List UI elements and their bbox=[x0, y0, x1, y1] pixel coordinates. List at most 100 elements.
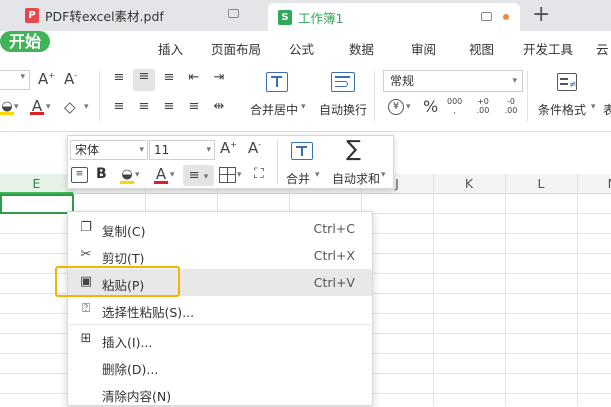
border-icon[interactable] bbox=[219, 167, 236, 183]
tab-cloud[interactable]: 云 bbox=[596, 39, 609, 58]
tab-formulas[interactable]: 公式 bbox=[289, 39, 314, 58]
paste-highlight-box bbox=[55, 266, 180, 297]
bold-button[interactable]: B bbox=[96, 166, 107, 182]
mini-toolbar: 宋体 ▾ 11 ▾ A+ A- ∑ ≡ B ◒ ▾ A ▾ ≡ ▾ ▾ ⛶ 合并… bbox=[67, 135, 394, 189]
tab-pdf-file[interactable]: P PDF转excel素材.pdf bbox=[0, 0, 268, 31]
merge-center-icon[interactable] bbox=[266, 72, 288, 92]
merge-icon[interactable] bbox=[291, 142, 313, 160]
tab-review[interactable]: 审阅 bbox=[411, 39, 436, 58]
indent-increase-icon[interactable]: ⇥ bbox=[210, 70, 228, 85]
align-center-icon[interactable]: ≡ ▾ bbox=[183, 165, 214, 186]
fill-color-icon[interactable]: ◒ bbox=[120, 167, 134, 184]
chevron-down-icon[interactable]: ▾ bbox=[381, 170, 386, 180]
tab-workbook[interactable]: S 工作簿1 bbox=[268, 3, 520, 31]
conditional-format-button[interactable]: 条件格式 bbox=[538, 101, 586, 118]
decrease-font-icon[interactable]: A- bbox=[248, 139, 261, 157]
merge-button[interactable]: 合并 bbox=[286, 170, 310, 187]
sum-icon[interactable]: ∑ bbox=[346, 137, 361, 162]
font-color-icon[interactable]: A bbox=[30, 97, 44, 115]
font-size-dropdown[interactable]: 11 ▾ bbox=[149, 140, 215, 160]
chevron-down-icon[interactable]: ▾ bbox=[14, 102, 19, 112]
justify-icon[interactable]: ≡ bbox=[185, 99, 203, 114]
tab-workbook-label: 工作簿1 bbox=[298, 10, 344, 26]
menu-item-shortcut: Ctrl+X bbox=[313, 248, 355, 263]
autosum-button[interactable]: 自动求和 bbox=[332, 170, 380, 187]
font-color-icon[interactable]: A bbox=[154, 165, 168, 184]
increase-font-icon[interactable]: A+ bbox=[220, 139, 237, 157]
column-header-e[interactable]: E bbox=[0, 174, 73, 194]
tab-view[interactable]: 视图 bbox=[469, 39, 494, 58]
chevron-down-icon[interactable]: ▾ bbox=[406, 102, 411, 112]
column-header-k[interactable]: K bbox=[433, 174, 505, 194]
menu-divider bbox=[68, 324, 372, 325]
ribbon-toolbar: ▾ A+ A- ◒ ▾ A ▾ ◇ ▾ ≡ ≡ ≡ ⇤ ⇥ ≡ ≡ ≡ ≡ ⇹ … bbox=[0, 65, 611, 131]
divider bbox=[374, 71, 375, 121]
context-menu: ❐ 复制(C) Ctrl+C ✂ 剪切(T) Ctrl+X ▣ 粘贴(P) Ct… bbox=[67, 211, 373, 406]
align-bottom-icon[interactable]: ≡ bbox=[160, 70, 178, 85]
increase-font-icon[interactable]: A+ bbox=[38, 70, 55, 88]
copy-icon: ❐ bbox=[80, 220, 92, 235]
gridline bbox=[433, 174, 434, 406]
table-style-button[interactable]: 表 bbox=[603, 101, 611, 118]
tab-data[interactable]: 数据 bbox=[349, 39, 374, 58]
menu-item-clear-contents[interactable]: 清除内容(N) bbox=[68, 380, 372, 407]
menu-item-delete[interactable]: 删除(D)... bbox=[68, 353, 372, 380]
merge-center-button[interactable]: 合并居中 bbox=[250, 101, 298, 118]
column-header-l[interactable]: L bbox=[505, 174, 577, 194]
menu-item-cut[interactable]: ✂ 剪切(T) Ctrl+X bbox=[68, 242, 372, 269]
menu-item-label: 剪切(T) bbox=[102, 251, 145, 266]
menu-item-paste-special[interactable]: ⍰ 选择性粘贴(S)... bbox=[68, 296, 372, 323]
fill-color-icon[interactable]: ◒ bbox=[0, 99, 14, 115]
align-middle-icon[interactable]: ≡ bbox=[133, 69, 155, 91]
menu-item-insert[interactable]: ⊞ 插入(I)... bbox=[68, 326, 372, 353]
chevron-down-icon[interactable]: ▾ bbox=[170, 170, 175, 180]
font-name-dropdown[interactable]: 宋体 ▾ bbox=[70, 140, 148, 160]
menu-item-copy[interactable]: ❐ 复制(C) Ctrl+C bbox=[68, 215, 372, 242]
tab-page-layout[interactable]: 页面布局 bbox=[211, 39, 261, 58]
wrap-text-icon[interactable] bbox=[331, 72, 355, 92]
align-right-icon[interactable]: ≡ bbox=[160, 99, 178, 114]
pdf-file-icon: P bbox=[25, 8, 39, 23]
number-format-dropdown[interactable]: 常规 ▾ bbox=[383, 70, 523, 92]
align-top-icon[interactable]: ≡ bbox=[110, 70, 128, 85]
font-size-dropdown[interactable]: ▾ bbox=[0, 70, 30, 90]
tab-home[interactable]: 开始 bbox=[0, 31, 50, 52]
distributed-icon[interactable]: ⇹ bbox=[210, 99, 228, 114]
ribbon-tabs: 开始 插入 页面布局 公式 数据 审阅 视图 开发工具 云 bbox=[0, 31, 611, 65]
chevron-down-icon[interactable]: ▾ bbox=[315, 170, 320, 180]
chevron-down-icon[interactable]: ▾ bbox=[135, 170, 140, 180]
new-tab-button[interactable]: + bbox=[532, 2, 550, 27]
gridline bbox=[577, 174, 578, 406]
selected-cell[interactable] bbox=[0, 194, 74, 214]
chevron-down-icon[interactable]: ▾ bbox=[46, 102, 51, 112]
align-left-icon[interactable]: ≡ bbox=[110, 99, 128, 114]
decrease-font-icon[interactable]: A- bbox=[64, 70, 77, 88]
wrap-text-button[interactable]: 自动换行 bbox=[319, 101, 367, 118]
menu-item-label: 插入(I)... bbox=[102, 335, 153, 350]
tab-developer[interactable]: 开发工具 bbox=[523, 39, 573, 58]
divider bbox=[527, 71, 528, 121]
align-center-icon[interactable]: ≡ bbox=[135, 99, 153, 114]
paste-special-icon: ⍰ bbox=[82, 301, 90, 316]
percent-button[interactable]: % bbox=[423, 97, 438, 116]
eraser-icon[interactable]: ◇ bbox=[64, 98, 76, 116]
window-icon[interactable] bbox=[228, 9, 239, 18]
tab-bar: P PDF转excel素材.pdf S 工作簿1 + bbox=[0, 0, 611, 31]
cell-format-icon[interactable]: ≡ bbox=[71, 167, 88, 183]
tab-pdf-label: PDF转excel素材.pdf bbox=[45, 9, 164, 24]
currency-icon[interactable]: ¥ bbox=[388, 99, 404, 115]
chevron-down-icon[interactable]: ▾ bbox=[301, 102, 306, 112]
format-painter-icon[interactable]: ⛶ bbox=[254, 166, 264, 182]
conditional-format-icon[interactable]: ≠ bbox=[557, 73, 577, 91]
decrease-decimal-button[interactable]: -0 .00 bbox=[503, 97, 519, 115]
window-icon[interactable] bbox=[481, 12, 492, 21]
column-header-m[interactable]: M bbox=[577, 174, 611, 194]
number-format-value: 常规 bbox=[390, 74, 415, 88]
chevron-down-icon[interactable]: ▾ bbox=[237, 170, 242, 180]
chevron-down-icon[interactable]: ▾ bbox=[84, 102, 89, 112]
increase-decimal-button[interactable]: +0 .00 bbox=[475, 97, 491, 115]
indent-decrease-icon[interactable]: ⇤ bbox=[185, 70, 203, 85]
chevron-down-icon[interactable]: ▾ bbox=[591, 102, 596, 112]
tab-insert[interactable]: 插入 bbox=[158, 39, 183, 58]
thousands-separator-button[interactable]: 000, bbox=[447, 97, 462, 115]
